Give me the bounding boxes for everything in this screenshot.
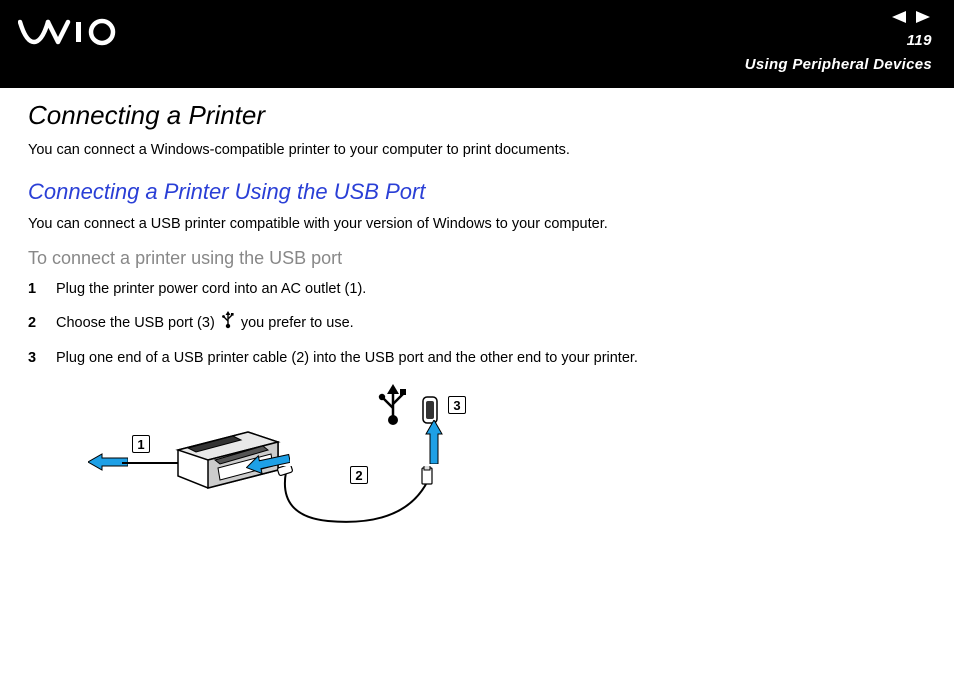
callout-label-2: 2 (350, 466, 368, 484)
usb-symbol-icon (376, 384, 410, 426)
procedure-heading: To connect a printer using the USB port (28, 248, 926, 269)
step-text-before: Choose the USB port (3) (56, 315, 219, 331)
nav-prev-icon[interactable] (890, 10, 908, 24)
callout-label-1: 1 (132, 435, 150, 453)
sub-heading: Connecting a Printer Using the USB Port (28, 179, 926, 205)
intro-text: You can connect a Windows-compatible pri… (28, 141, 926, 161)
content-area: Connecting a Printer You can connect a W… (0, 88, 954, 540)
connection-diagram: 1 2 (88, 380, 488, 540)
step-text: Plug one end of a USB printer cable (2) … (56, 348, 926, 368)
main-heading: Connecting a Printer (28, 100, 926, 131)
nav-arrows (890, 10, 932, 24)
step-item: 1 Plug the printer power cord into an AC… (28, 279, 926, 299)
sub-intro: You can connect a USB printer compatible… (28, 215, 926, 235)
step-text: Choose the USB port (3) you prefer to us… (56, 311, 926, 335)
usb-icon (221, 311, 235, 335)
step-number: 3 (28, 348, 56, 368)
step-text: Plug the printer power cord into an AC o… (56, 279, 926, 299)
vaio-logo (18, 18, 128, 51)
step-item: 2 Choose the USB port (3) you prefer to … (28, 311, 926, 335)
page-number: 119 (907, 32, 932, 49)
section-name: Using Peripheral Devices (745, 56, 932, 73)
step-item: 3 Plug one end of a USB printer cable (2… (28, 348, 926, 368)
callout-label-3: 3 (448, 396, 466, 414)
step-list: 1 Plug the printer power cord into an AC… (28, 279, 926, 368)
header-bar: 119 Using Peripheral Devices (0, 0, 954, 88)
step-number: 1 (28, 279, 56, 299)
step-text-after: you prefer to use. (241, 315, 354, 331)
step-number: 2 (28, 313, 56, 333)
arrow-icon (424, 420, 444, 464)
nav-next-icon[interactable] (914, 10, 932, 24)
